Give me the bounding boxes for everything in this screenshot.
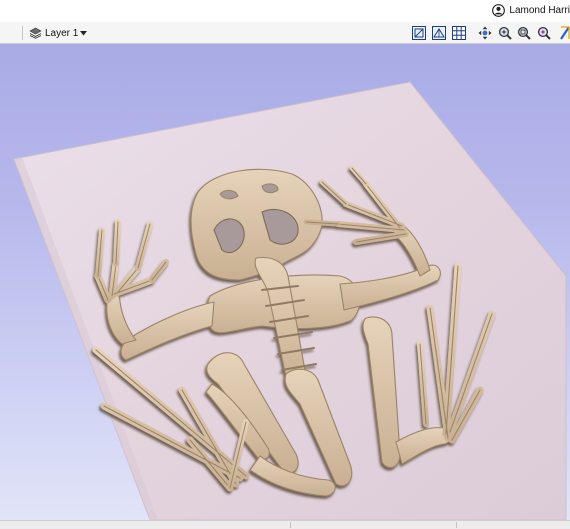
layer-dropdown-label: Layer 1 (45, 27, 79, 39)
render-options-icon (560, 26, 570, 40)
pan-button[interactable] (477, 25, 493, 41)
view-iso-button[interactable] (431, 25, 447, 41)
view-top-button[interactable] (411, 25, 427, 41)
3d-viewport[interactable] (0, 44, 570, 520)
toolbar-separator (22, 26, 23, 40)
status-divider (290, 522, 291, 528)
zoom-selection-icon (537, 26, 551, 40)
grid-toggle-button[interactable] (451, 25, 467, 41)
view-toolbar: Layer 1 (0, 22, 570, 44)
render-options-button[interactable] (560, 25, 570, 41)
user-account[interactable]: Lamond Harri (492, 4, 570, 17)
3d-model-preview (13, 81, 567, 520)
grid-toggle-icon (452, 26, 466, 40)
pan-icon (478, 26, 492, 40)
zoom-extents-icon (517, 26, 531, 40)
user-circle-icon (492, 4, 506, 17)
chevron-down-icon (80, 30, 88, 35)
zoom-extents-button[interactable] (516, 25, 532, 41)
zoom-selection-button[interactable] (536, 25, 552, 41)
user-name: Lamond Harri (509, 5, 570, 16)
zoom-in-icon (498, 26, 512, 40)
view-iso-icon (432, 26, 446, 40)
zoom-in-button[interactable] (497, 25, 513, 41)
status-divider (456, 522, 457, 528)
title-bar: Lamond Harri (0, 0, 570, 23)
view-top-icon (412, 26, 426, 40)
layer-dropdown[interactable]: Layer 1 (29, 25, 88, 41)
layer-stack-icon (29, 27, 42, 39)
